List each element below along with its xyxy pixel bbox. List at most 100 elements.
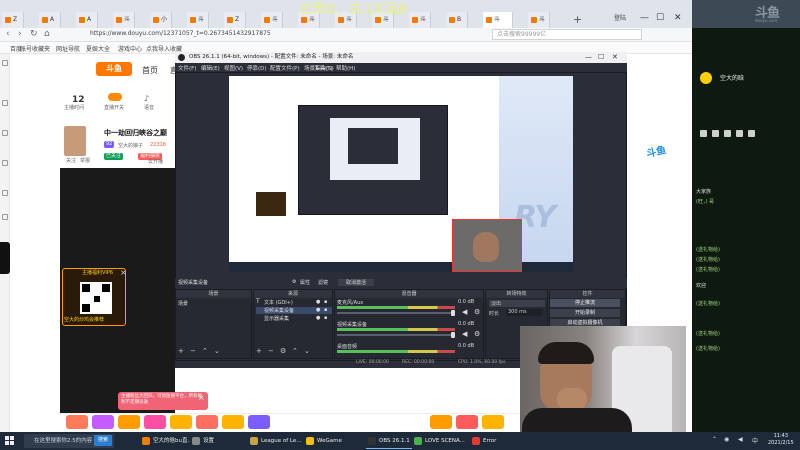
sidebar-collapse-handle[interactable] — [0, 242, 10, 274]
gift-item[interactable] — [170, 415, 192, 429]
taskbar-item[interactable]: 设置 — [190, 433, 236, 449]
source-item[interactable]: 文本 (GDI+) — [264, 299, 293, 306]
browser-tab[interactable]: 小 — [150, 12, 172, 28]
eye-icon[interactable]: ● — [316, 315, 320, 321]
transition-duration-input[interactable]: 300 ms — [506, 309, 542, 316]
taskbar-clock[interactable]: 11:43 2021/2/15 — [768, 433, 794, 447]
close-icon[interactable]: ✕ — [674, 13, 682, 23]
taskbar-item[interactable]: LOVE SCENA... — [412, 433, 468, 449]
ime-icon[interactable]: 中 — [752, 436, 758, 445]
gift-item[interactable] — [92, 415, 114, 429]
follow-label[interactable]: 关注 — [66, 157, 76, 164]
douyu-logo[interactable]: 斗鱼 — [96, 62, 132, 76]
remove-icon[interactable]: − — [268, 347, 274, 355]
menu-view[interactable]: 视图(V) — [224, 64, 243, 72]
speaker-icon[interactable]: ◀ — [462, 308, 467, 316]
volume-icon[interactable]: ◀ — [738, 436, 743, 443]
add-icon[interactable]: + — [178, 347, 184, 355]
down-icon[interactable]: ⌄ — [304, 347, 310, 355]
open-room-link[interactable]: 去开播 — [148, 158, 163, 165]
live-toggle[interactable] — [108, 93, 122, 101]
lock-icon[interactable]: ▪ — [324, 307, 327, 313]
transition-select[interactable]: 淡出 — [489, 300, 545, 307]
up-icon[interactable]: ⌃ — [292, 347, 298, 355]
bookmark-item[interactable]: 账号收藏夹 — [20, 44, 50, 53]
gift-item[interactable] — [456, 415, 478, 429]
browser-tab[interactable]: A — [39, 12, 61, 28]
sidebar-icon[interactable] — [2, 130, 8, 136]
lock-icon[interactable]: ▪ — [324, 315, 327, 321]
sidebar-icon[interactable] — [2, 214, 8, 220]
menu-help[interactable]: 帮助(H) — [336, 64, 355, 72]
sidebar-icon[interactable] — [2, 190, 8, 196]
gear-icon[interactable]: ⚙ — [474, 308, 480, 316]
gift-item[interactable] — [248, 415, 270, 429]
gift-item[interactable] — [196, 415, 218, 429]
add-icon[interactable]: + — [256, 347, 262, 355]
taskbar-item[interactable]: OBS 26.1.1 (... — [366, 433, 412, 449]
menu-profile[interactable]: 配置文件(P) — [270, 64, 300, 72]
bookmark-item[interactable]: 游戏中心 — [118, 44, 142, 53]
gift-item[interactable] — [430, 415, 452, 429]
browser-tab[interactable]: A — [76, 12, 98, 28]
volume-slider[interactable] — [337, 312, 455, 314]
browser-tab[interactable]: 斗 — [113, 12, 135, 28]
browser-tab[interactable]: 斗 — [483, 12, 513, 28]
gift-item[interactable] — [66, 415, 88, 429]
maximize-icon[interactable]: ☐ — [656, 13, 664, 23]
report-label[interactable]: 举报 — [80, 157, 90, 164]
lock-icon[interactable]: ▪ — [324, 299, 327, 305]
taskbar-item[interactable]: Error — [470, 433, 510, 449]
chat-tool-icon[interactable] — [700, 130, 707, 137]
menu-tools[interactable]: 工具(T) — [314, 64, 333, 72]
volume-knob[interactable] — [451, 332, 455, 338]
browser-tab[interactable]: B — [446, 12, 468, 28]
volume-knob[interactable] — [451, 310, 455, 316]
stop-streaming-button[interactable]: 停止推流 — [550, 299, 620, 307]
minimize-icon[interactable]: — — [585, 53, 592, 61]
browser-tab[interactable]: 斗 — [528, 12, 550, 28]
voice-icon[interactable]: ♪ — [144, 94, 149, 103]
deactivate-button[interactable]: 取消激活 — [338, 279, 375, 286]
filters-button[interactable]: 滤镜 — [318, 279, 328, 286]
chat-tool-icon[interactable] — [748, 130, 755, 137]
windows-start-icon[interactable] — [5, 436, 15, 446]
eye-icon[interactable]: ● — [316, 307, 320, 313]
start-recording-button[interactable]: 开始录制 — [550, 309, 620, 317]
eye-icon[interactable]: ● — [316, 299, 320, 305]
browser-tab[interactable]: 斗 — [261, 12, 283, 28]
taskbar-search-button[interactable]: 搜索 — [94, 435, 112, 446]
chat-tool-icon[interactable] — [724, 130, 731, 137]
sidebar-icon[interactable] — [2, 100, 8, 106]
streamer-name[interactable]: 空大的娘子 — [118, 142, 143, 149]
taskbar-item[interactable]: League of Le... — [248, 433, 302, 449]
gift-item[interactable] — [118, 415, 140, 429]
close-icon[interactable]: × — [198, 393, 205, 402]
speaker-icon[interactable]: ◀ — [462, 330, 467, 338]
url-field[interactable]: https://www.douyu.com/12371057_t=0.26734… — [90, 30, 271, 37]
forward-icon[interactable]: › — [18, 29, 22, 39]
browser-tab[interactable]: 斗 — [187, 12, 209, 28]
remove-icon[interactable]: − — [190, 347, 196, 355]
gear-icon[interactable]: ⚙ — [474, 330, 480, 338]
menu-dock[interactable]: 停靠(D) — [247, 64, 267, 72]
tray-up-icon[interactable]: ⌃ — [712, 436, 717, 443]
back-icon[interactable]: ‹ — [6, 29, 10, 39]
network-icon[interactable]: ◉ — [724, 436, 729, 443]
browser-tab[interactable]: 斗 — [409, 12, 431, 28]
close-icon[interactable]: ✕ — [612, 53, 618, 61]
sidebar-icon[interactable] — [2, 60, 8, 66]
browser-tab[interactable]: Z — [2, 12, 24, 28]
taskbar-item[interactable]: 空大的晗bu直... — [140, 433, 190, 449]
chat-tool-icon[interactable] — [736, 130, 743, 137]
source-item[interactable]: 视频采集设备 — [256, 307, 332, 314]
followed-tag[interactable]: 已关注 — [104, 153, 124, 160]
gift-item[interactable] — [144, 415, 166, 429]
nav-home[interactable]: 首页 — [142, 65, 158, 76]
new-tab-button[interactable]: + — [573, 13, 582, 26]
gear-icon[interactable]: ⚙ — [292, 279, 296, 285]
menu-file[interactable]: 文件(F) — [178, 64, 196, 72]
refresh-icon[interactable]: ↻ — [30, 29, 38, 39]
notice-chip[interactable]: 主播粉丝大回归，可加鱼翅平台，所有福利不定期派送 — [118, 392, 208, 410]
scene-item[interactable]: 场景 — [178, 300, 188, 307]
